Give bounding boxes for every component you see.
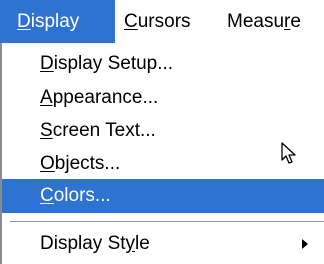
mouse-pointer-icon xyxy=(281,142,296,164)
submenu-arrow-icon xyxy=(302,239,308,249)
menu-item-screen-text[interactable]: Screen Text... xyxy=(2,114,324,148)
item-label: Objects... xyxy=(40,153,121,174)
menu-item-appearance[interactable]: Appearance... xyxy=(2,81,324,115)
item-label: Measure xyxy=(227,10,301,32)
display-style-arrow-wrap xyxy=(2,227,324,261)
menubar-item-cursors[interactable]: Cursors xyxy=(115,0,223,43)
display-dropdown-menu: Display Setup... Appearance... Screen Te… xyxy=(0,43,324,264)
item-label: Display xyxy=(17,10,80,32)
item-label: Screen Text... xyxy=(40,120,156,141)
menu-separator xyxy=(10,221,324,223)
item-label: Appearance... xyxy=(40,87,159,108)
menu-item-display-setup[interactable]: Display Setup... xyxy=(2,47,324,81)
menu-item-objects[interactable]: Objects... xyxy=(2,147,324,181)
menu-bar: Display Cursors Measure xyxy=(0,0,324,43)
menubar-item-display[interactable]: Display xyxy=(0,0,115,43)
item-label: Colors... xyxy=(40,185,111,206)
menu-item-colors[interactable]: Colors... xyxy=(2,179,324,213)
item-label: Display Setup... xyxy=(40,53,174,74)
menubar-item-measure[interactable]: Measure xyxy=(223,0,324,43)
item-label: Cursors xyxy=(124,10,191,32)
